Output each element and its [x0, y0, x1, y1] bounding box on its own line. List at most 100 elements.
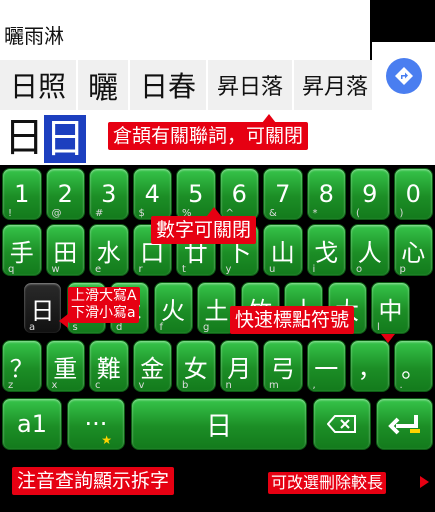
key-n[interactable]: 月n	[219, 340, 259, 392]
key-sublabel: r	[138, 264, 143, 275]
key-)[interactable]: 0)	[393, 168, 433, 220]
tip-assoc: 倉頡有關聯詞，可關閉	[108, 122, 309, 150]
backspace-icon	[327, 415, 356, 433]
key-^[interactable]: 6 ^	[219, 168, 259, 220]
key-&[interactable]: 7 &	[263, 168, 303, 220]
key-sublabel: m	[269, 380, 279, 391]
tip-punct: 快速標點符號	[230, 306, 355, 334]
key-sublabel: a	[29, 322, 36, 333]
key-m[interactable]: 弓m	[263, 340, 303, 392]
composition-char[interactable]: 日	[4, 116, 44, 160]
tip-delete: 可改選刪除較長	[268, 472, 387, 494]
key-e[interactable]: 水e	[89, 224, 129, 276]
key-sublabel: q	[8, 264, 15, 275]
mode-key[interactable]: a1	[2, 398, 62, 450]
key-sublabel: i	[312, 264, 316, 275]
key-sublabel: c	[95, 380, 101, 391]
tip-zhuyin: 注音查詢顯示拆字	[12, 467, 175, 495]
key-label: 女	[183, 354, 208, 383]
key-label: 弓	[270, 354, 295, 383]
key-label: 人	[357, 238, 382, 267]
key-*[interactable]: 8 *	[306, 168, 346, 220]
space-key[interactable]: 日	[131, 398, 307, 450]
directions-icon	[395, 67, 413, 85]
key-v[interactable]: 金v	[132, 340, 172, 392]
candidate-bar: 日照曬日春 昇日落 昇月落	[0, 60, 378, 110]
tip-tail	[262, 114, 276, 123]
key-label: 水	[96, 238, 121, 267]
key-label: 月	[227, 354, 252, 383]
tip-digits: 數字可關閉	[151, 216, 257, 244]
key-q[interactable]: 手q	[2, 224, 42, 276]
key-a[interactable]: 日a	[23, 282, 62, 334]
key-sublabel: .	[399, 380, 403, 391]
key-,[interactable]: 一,	[306, 340, 346, 392]
key-label: 手	[9, 238, 34, 267]
key-p[interactable]: 心p	[393, 224, 433, 276]
key-label: 火	[161, 296, 185, 325]
key-.[interactable]: 。.	[393, 340, 433, 392]
key-sublabel: u	[269, 264, 276, 275]
key-sublabel: o	[356, 264, 363, 275]
enter-icon	[387, 415, 420, 435]
key-l[interactable]: 中l	[371, 282, 410, 334]
key-![interactable]: 1!	[2, 168, 42, 220]
key-sublabel: t	[182, 264, 186, 275]
key-label: 重	[53, 354, 78, 383]
key-([interactable]: 9(	[350, 168, 390, 220]
key-sublabel: p	[399, 264, 406, 275]
key-label: 9	[362, 180, 378, 208]
key-label: 7	[275, 180, 291, 208]
key-sublabel: )	[399, 208, 404, 219]
key-sublabel: w	[51, 264, 60, 275]
key-i[interactable]: 戈i	[306, 224, 346, 276]
key-#[interactable]: 3 #	[89, 168, 129, 220]
tip-caps-down: 下滑小寫a	[68, 304, 139, 323]
key-u[interactable]: 山u	[263, 224, 303, 276]
key-sublabel: n	[225, 380, 232, 391]
key-label: ，	[357, 354, 382, 383]
key-sublabel: b	[182, 380, 189, 391]
delete-key[interactable]	[313, 398, 371, 450]
key-，[interactable]: ，	[350, 340, 390, 392]
key-sublabel: s	[72, 322, 78, 333]
key-label: 2	[57, 180, 73, 208]
key-label: 4	[144, 180, 160, 208]
top-bar: 曬雨淋 日照曬日春 昇日落 昇月落	[0, 0, 378, 110]
key-label: 8	[318, 180, 334, 208]
key-sublabel: &	[269, 208, 277, 219]
key-sublabel: $	[138, 208, 145, 219]
key-f[interactable]: 火f	[153, 282, 193, 334]
tip-tail	[381, 334, 395, 343]
key-label: 難	[96, 354, 121, 383]
key-label: 3	[101, 180, 117, 208]
key-c[interactable]: 難c	[89, 340, 129, 392]
key-label: 5	[188, 180, 204, 208]
enter-key[interactable]	[376, 398, 433, 450]
candidate-2[interactable]: 日春	[130, 60, 208, 110]
key-label: 金	[140, 354, 165, 383]
composition-char-selected[interactable]: 日	[44, 115, 86, 163]
candidate-1[interactable]: 曬	[78, 60, 130, 110]
key-sublabel: @	[51, 208, 62, 219]
key-sublabel: !	[8, 208, 13, 219]
more-key[interactable]: ··· ★	[67, 398, 125, 450]
key-$[interactable]: 4 $	[132, 168, 172, 220]
key-label: 戈	[314, 238, 339, 267]
key-@[interactable]: 2 @	[45, 168, 85, 220]
mode-key-label: a1	[17, 410, 47, 438]
key-x[interactable]: 重x	[45, 340, 85, 392]
directions-button[interactable]	[386, 58, 422, 94]
key-o[interactable]: 人o	[350, 224, 390, 276]
key-w[interactable]: 田w	[45, 224, 85, 276]
candidate-0[interactable]: 日照	[0, 60, 78, 110]
key-label: 6	[231, 180, 247, 208]
key-sublabel: l	[377, 322, 380, 333]
candidate-4[interactable]: 昇月落	[294, 60, 378, 110]
tip-tail	[59, 314, 68, 328]
key-z[interactable]: ？ z	[2, 340, 42, 392]
candidate-3[interactable]: 昇日落	[208, 60, 294, 110]
key-b[interactable]: 女b	[176, 340, 216, 392]
key-sublabel: e	[95, 264, 102, 275]
key-sublabel: d	[116, 322, 123, 333]
